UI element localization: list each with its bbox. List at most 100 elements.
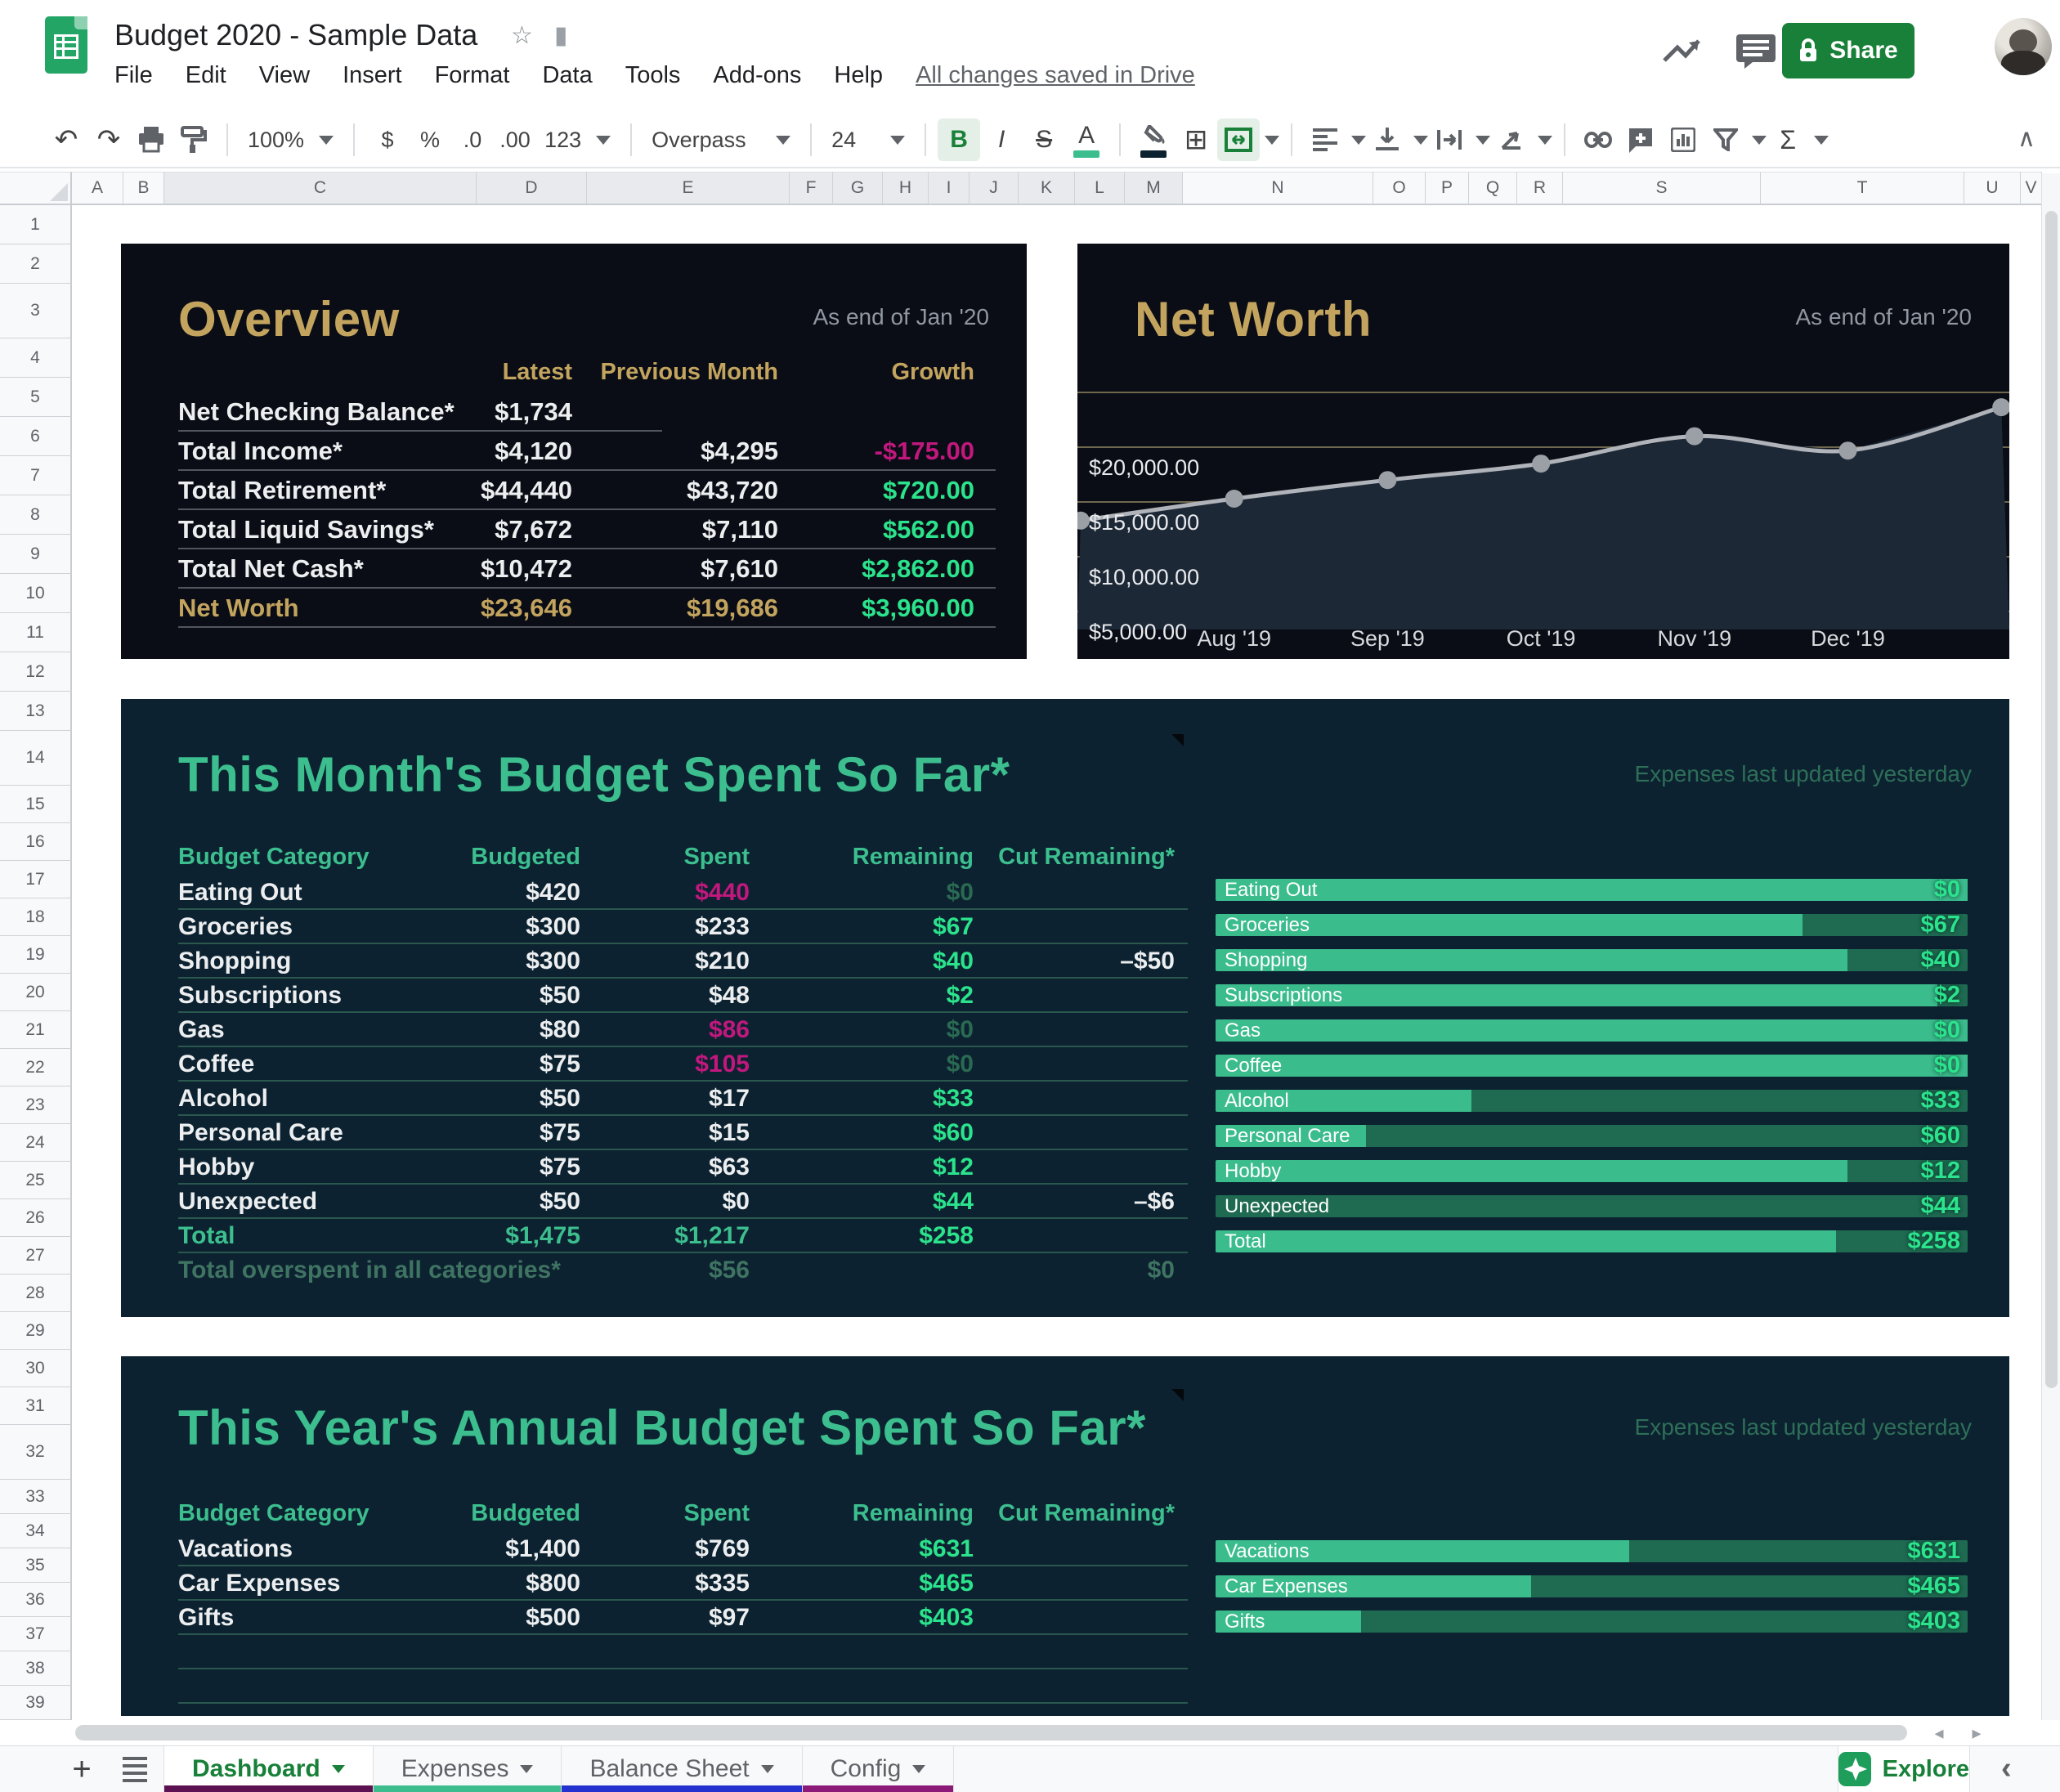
row-header-19[interactable]: 19 bbox=[0, 936, 72, 974]
row-header-36[interactable]: 36 bbox=[0, 1583, 72, 1617]
row-header-26[interactable]: 26 bbox=[0, 1199, 72, 1237]
row-header-7[interactable]: 7 bbox=[0, 456, 72, 495]
row-header-9[interactable]: 9 bbox=[0, 535, 72, 574]
row-header-31[interactable]: 31 bbox=[0, 1387, 72, 1425]
sheet-tab-caret[interactable] bbox=[912, 1765, 926, 1773]
text-rotation-button[interactable] bbox=[1490, 119, 1533, 161]
bar-coffee[interactable]: Coffee $0 bbox=[1216, 1052, 1968, 1078]
column-header-H[interactable]: H bbox=[883, 172, 929, 205]
row-header-12[interactable]: 12 bbox=[0, 652, 72, 692]
row-header-15[interactable]: 15 bbox=[0, 786, 72, 823]
zoom-select[interactable]: 100% bbox=[240, 128, 342, 153]
row-header-1[interactable]: 1 bbox=[0, 205, 72, 244]
row-header-29[interactable]: 29 bbox=[0, 1312, 72, 1350]
row-header-32[interactable]: 32 bbox=[0, 1425, 72, 1480]
vertical-align-button[interactable] bbox=[1366, 119, 1408, 161]
menu-format[interactable]: Format bbox=[435, 62, 510, 88]
bar-car-expenses[interactable]: Car Expenses $465 bbox=[1216, 1573, 1968, 1599]
fill-color-button[interactable] bbox=[1132, 119, 1175, 161]
sheet-tab-caret[interactable] bbox=[520, 1765, 534, 1773]
column-header-B[interactable]: B bbox=[123, 172, 164, 205]
sheet-tab-caret[interactable] bbox=[331, 1765, 345, 1773]
horizontal-scrollbar-thumb[interactable] bbox=[75, 1725, 1907, 1740]
chart-point-oct--19[interactable] bbox=[1532, 455, 1551, 473]
insert-link-button[interactable] bbox=[1577, 119, 1619, 161]
bar-total[interactable]: Total $258 bbox=[1216, 1228, 1968, 1254]
sheet-tab-balance-sheet[interactable]: Balance Sheet bbox=[562, 1746, 803, 1792]
row-header-35[interactable]: 35 bbox=[0, 1548, 72, 1583]
row-header-4[interactable]: 4 bbox=[0, 338, 72, 378]
row-header-33[interactable]: 33 bbox=[0, 1480, 72, 1514]
comment-icon[interactable] bbox=[1733, 33, 1779, 69]
row-header-27[interactable]: 27 bbox=[0, 1237, 72, 1275]
bar-vacations[interactable]: Vacations $631 bbox=[1216, 1538, 1968, 1564]
bar-alcohol[interactable]: Alcohol $33 bbox=[1216, 1087, 1968, 1113]
increase-decimal-button[interactable]: .00 bbox=[494, 119, 536, 161]
row-header-25[interactable]: 25 bbox=[0, 1162, 72, 1199]
menu-view[interactable]: View bbox=[259, 62, 310, 88]
print-button[interactable] bbox=[130, 119, 172, 161]
menu-edit[interactable]: Edit bbox=[186, 62, 226, 88]
sheet-tab-dashboard[interactable]: Dashboard bbox=[163, 1746, 374, 1792]
column-header-L[interactable]: L bbox=[1075, 172, 1125, 205]
collapse-panel-chevron[interactable]: ‹ bbox=[2001, 1751, 2012, 1786]
column-header-U[interactable]: U bbox=[1964, 172, 2021, 205]
insights-icon[interactable] bbox=[1659, 33, 1705, 69]
menu-help[interactable]: Help bbox=[834, 62, 883, 88]
bar-subscriptions[interactable]: Subscriptions $2 bbox=[1216, 982, 1968, 1008]
year-budget-bar-chart[interactable]: Vacations $631 Car Expenses $465 Gifts $403 bbox=[1216, 1534, 1968, 1639]
saved-status[interactable]: All changes saved in Drive bbox=[916, 62, 1195, 88]
column-header-I[interactable]: I bbox=[929, 172, 970, 205]
format-currency-button[interactable]: $ bbox=[366, 119, 409, 161]
folder-icon[interactable]: ▮ bbox=[554, 22, 589, 49]
h-align-caret[interactable] bbox=[1351, 135, 1367, 145]
row-header-16[interactable]: 16 bbox=[0, 823, 72, 861]
functions-caret[interactable] bbox=[1814, 135, 1829, 145]
row-header-30[interactable]: 30 bbox=[0, 1350, 72, 1387]
scroll-left-arrow[interactable]: ◂ bbox=[1923, 1723, 1955, 1743]
column-header-R[interactable]: R bbox=[1517, 172, 1563, 205]
menu-file[interactable]: File bbox=[114, 62, 153, 88]
row-header-34[interactable]: 34 bbox=[0, 1514, 72, 1548]
column-header-T[interactable]: T bbox=[1761, 172, 1964, 205]
column-header-J[interactable]: J bbox=[970, 172, 1019, 205]
format-percent-button[interactable]: % bbox=[409, 119, 451, 161]
merge-options-caret[interactable] bbox=[1265, 135, 1280, 145]
font-family-select[interactable]: Overpass bbox=[643, 128, 799, 153]
number-format-select[interactable]: 123 bbox=[536, 128, 619, 153]
row-header-5[interactable]: 5 bbox=[0, 378, 72, 417]
collapse-toolbar-icon[interactable]: ∧ bbox=[2017, 124, 2035, 153]
row-header-20[interactable]: 20 bbox=[0, 974, 72, 1011]
column-header-F[interactable]: F bbox=[790, 172, 833, 205]
bar-personal-care[interactable]: Personal Care $60 bbox=[1216, 1122, 1968, 1149]
sheet-tab-config[interactable]: Config bbox=[802, 1746, 955, 1792]
column-header-V[interactable]: V bbox=[2021, 172, 2042, 205]
row-header-11[interactable]: 11 bbox=[0, 613, 72, 652]
menu-insert[interactable]: Insert bbox=[343, 62, 402, 88]
text-color-button[interactable]: A bbox=[1065, 119, 1108, 161]
row-header-18[interactable]: 18 bbox=[0, 898, 72, 936]
text-rotation-caret[interactable] bbox=[1538, 135, 1553, 145]
row-header-38[interactable]: 38 bbox=[0, 1651, 72, 1686]
avatar[interactable] bbox=[1995, 18, 2052, 75]
share-button[interactable]: Share bbox=[1782, 23, 1914, 78]
column-header-E[interactable]: E bbox=[587, 172, 790, 205]
column-header-C[interactable]: C bbox=[164, 172, 477, 205]
bar-shopping[interactable]: Shopping $40 bbox=[1216, 947, 1968, 973]
column-header-D[interactable]: D bbox=[477, 172, 587, 205]
column-header-P[interactable]: P bbox=[1426, 172, 1469, 205]
row-header-28[interactable]: 28 bbox=[0, 1275, 72, 1312]
month-budget-bar-chart[interactable]: Eating Out $0 Groceries $67 Shopping $40 Subsc… bbox=[1216, 872, 1968, 1259]
explore-button[interactable]: Explore bbox=[1838, 1746, 1970, 1792]
font-size-select[interactable]: 24 bbox=[823, 128, 913, 153]
chart-point-nov--19[interactable] bbox=[1685, 427, 1704, 446]
borders-button[interactable]: ⊞ bbox=[1175, 119, 1217, 161]
column-header-K[interactable]: K bbox=[1019, 172, 1075, 205]
strikethrough-button[interactable]: S bbox=[1023, 119, 1065, 161]
functions-button[interactable]: Σ bbox=[1767, 119, 1809, 161]
filter-button[interactable] bbox=[1704, 119, 1747, 161]
undo-button[interactable]: ↶ bbox=[45, 119, 87, 161]
decrease-decimal-button[interactable]: .0 bbox=[451, 119, 494, 161]
row-header-3[interactable]: 3 bbox=[0, 284, 72, 338]
chart-point-dec--19[interactable] bbox=[1838, 441, 1857, 460]
